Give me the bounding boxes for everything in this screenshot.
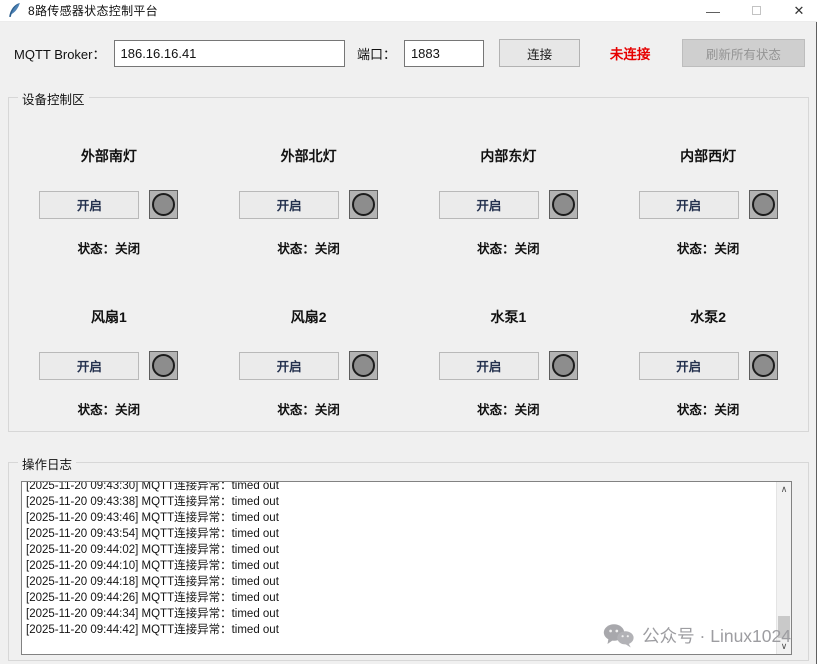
device-panel: 风扇1 开启 状态：关闭 [9, 307, 209, 418]
log-entry: [2025-11-20 09:43:54] MQTT连接异常：timed out [26, 526, 787, 542]
log-entry: [2025-11-20 09:43:30] MQTT连接异常：timed out [26, 481, 787, 494]
device-status-indicator-icon [749, 190, 778, 219]
device-panel: 外部南灯 开启 状态：关闭 [9, 146, 209, 257]
device-name: 风扇1 [91, 307, 127, 327]
device-name: 内部东灯 [480, 146, 536, 166]
device-name: 外部南灯 [81, 146, 137, 166]
broker-label: MQTT Broker： [14, 44, 106, 63]
device-on-button[interactable]: 开启 [439, 352, 539, 380]
device-on-button[interactable]: 开启 [639, 191, 739, 219]
close-button[interactable]: ✕ [791, 3, 807, 19]
device-status-indicator-icon [749, 351, 778, 380]
log-lines: [2025-11-20 09:43:30] MQTT连接异常：timed out… [22, 481, 791, 638]
log-entry: [2025-11-20 09:44:02] MQTT连接异常：timed out [26, 542, 787, 558]
device-panel: 外部北灯 开启 状态：关闭 [209, 146, 409, 257]
device-status-text: 状态：关闭 [78, 238, 141, 257]
device-on-button[interactable]: 开启 [39, 191, 139, 219]
tk-feather-app-icon [8, 3, 21, 18]
maximize-button[interactable] [748, 3, 764, 19]
device-on-button[interactable]: 开启 [639, 352, 739, 380]
log-entry: [2025-11-20 09:44:26] MQTT连接异常：timed out [26, 590, 787, 606]
device-panel: 水泵2 开启 状态：关闭 [608, 307, 808, 418]
device-status-text: 状态：关闭 [277, 238, 340, 257]
device-status-indicator-icon [149, 351, 178, 380]
log-entry: [2025-11-20 09:43:38] MQTT连接异常：timed out [26, 494, 787, 510]
window-title: 8路传感器状态控制平台 [28, 2, 158, 19]
maximize-icon [752, 6, 761, 15]
broker-input[interactable] [114, 40, 345, 67]
refresh-all-button[interactable]: 刷新所有状态 [682, 39, 805, 67]
device-status-text: 状态：关闭 [277, 399, 340, 418]
device-on-button[interactable]: 开启 [439, 191, 539, 219]
device-panel: 内部西灯 开启 状态：关闭 [608, 146, 808, 257]
device-grid: 外部南灯 开启 状态：关闭 外部北灯 开启 状态：关闭 内部东灯 [9, 98, 808, 418]
log-entry: [2025-11-20 09:44:10] MQTT连接异常：timed out [26, 558, 787, 574]
log-entry: [2025-11-20 09:44:18] MQTT连接异常：timed out [26, 574, 787, 590]
connect-button[interactable]: 连接 [499, 39, 580, 67]
connection-status: 未连接 [595, 43, 665, 63]
device-status-text: 状态：关闭 [677, 399, 740, 418]
device-status-text: 状态：关闭 [477, 238, 540, 257]
watermark: 公众号 · Linux1024 [603, 623, 791, 648]
device-panel: 水泵1 开启 状态：关闭 [409, 307, 609, 418]
wechat-icon [603, 623, 634, 648]
connection-toolbar: MQTT Broker： 端口： 连接 未连接 刷新所有状态 [14, 38, 805, 68]
device-name: 水泵1 [490, 307, 526, 327]
device-status-indicator-icon [149, 190, 178, 219]
log-group-title: 操作日志 [18, 454, 76, 473]
device-status-text: 状态：关闭 [477, 399, 540, 418]
device-on-button[interactable]: 开启 [239, 352, 339, 380]
device-on-button[interactable]: 开启 [239, 191, 339, 219]
log-entry: [2025-11-20 09:44:34] MQTT连接异常：timed out [26, 606, 787, 622]
device-panel: 风扇2 开启 状态：关闭 [209, 307, 409, 418]
minimize-button[interactable]: — [705, 3, 721, 19]
device-status-text: 状态：关闭 [677, 238, 740, 257]
device-control-group: 设备控制区 外部南灯 开启 状态：关闭 外部北灯 开启 状态：关闭 [8, 97, 809, 432]
port-label: 端口： [357, 44, 396, 63]
scroll-up-icon[interactable]: ∧ [777, 482, 791, 497]
device-panel: 内部东灯 开启 状态：关闭 [409, 146, 609, 257]
device-status-indicator-icon [349, 190, 378, 219]
device-name: 外部北灯 [281, 146, 337, 166]
device-group-title: 设备控制区 [18, 89, 89, 108]
log-entry: [2025-11-20 09:43:46] MQTT连接异常：timed out [26, 510, 787, 526]
device-status-indicator-icon [349, 351, 378, 380]
device-status-indicator-icon [549, 351, 578, 380]
watermark-text: 公众号 · Linux1024 [642, 623, 791, 648]
title-bar: 8路传感器状态控制平台 — ✕ [0, 0, 817, 22]
device-name: 内部西灯 [680, 146, 736, 166]
device-on-button[interactable]: 开启 [39, 352, 139, 380]
device-status-indicator-icon [549, 190, 578, 219]
device-status-text: 状态：关闭 [78, 399, 141, 418]
device-name: 水泵2 [690, 307, 726, 327]
device-name: 风扇2 [291, 307, 327, 327]
port-input[interactable] [404, 40, 484, 67]
